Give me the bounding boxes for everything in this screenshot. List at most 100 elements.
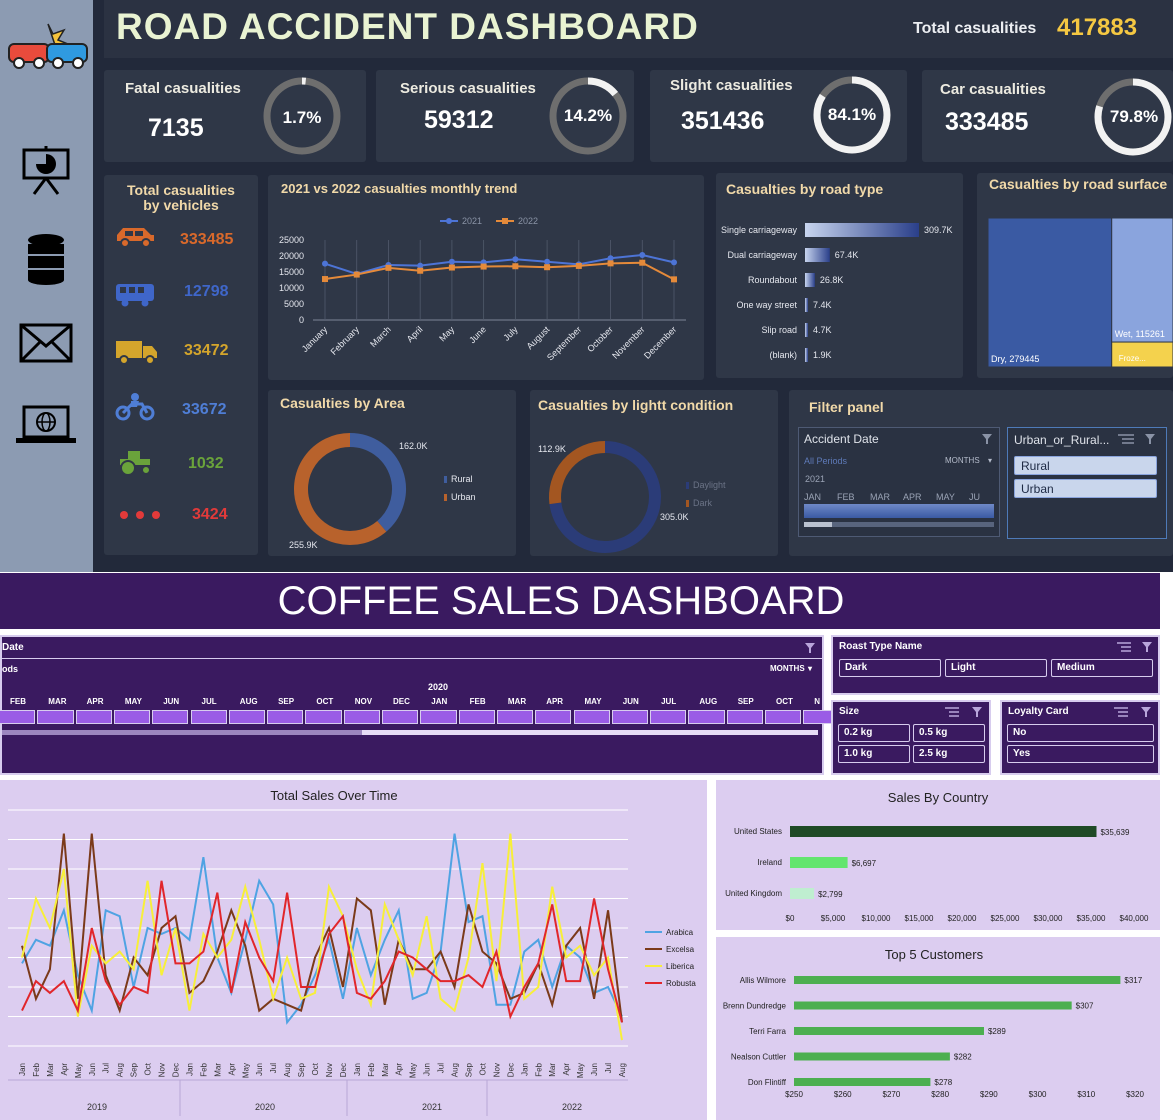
multi-select-icon[interactable] [1117, 641, 1131, 653]
timeline-month-cell[interactable] [650, 710, 687, 724]
x-tick-label: $260 [834, 1090, 852, 1099]
date-timeline-slicer[interactable]: Date ods MONTHS ▾ 2020 FEB MAR APR MAY JUN JU… [0, 635, 840, 775]
point-2022 [353, 271, 360, 278]
kpi-label: Car casualities [940, 81, 1046, 98]
treemap-label: Froze... [1119, 354, 1146, 363]
point-2022 [448, 264, 455, 271]
timeline-scrollbar[interactable] [804, 522, 994, 527]
timeline-month-cell[interactable] [688, 710, 725, 724]
slicer-option-dark[interactable]: Dark [839, 659, 941, 677]
roast-type-slicer[interactable]: Roast Type Name Dark Light Medium [831, 635, 1160, 695]
kpi-label: Fatal casualities [125, 80, 241, 97]
light-card: Casualties by lightt condition 305.0K 112… [530, 390, 778, 556]
timeline-bar[interactable] [804, 504, 994, 518]
x-tick-label: Jan [520, 1063, 529, 1076]
slicer-option-light[interactable]: Light [945, 659, 1047, 677]
vehicle-value-car: 333485 [180, 231, 234, 248]
slicer-option-medium[interactable]: Medium [1051, 659, 1153, 677]
timeline-month-cell[interactable] [765, 710, 802, 724]
months-dropdown[interactable]: MONTHS [770, 664, 805, 673]
timeline-scroll-thumb[interactable] [804, 522, 832, 527]
accident-date-slicer[interactable]: Accident Date All Periods MONTHS ▾ 2021 … [798, 427, 1000, 537]
timeline-month-cell[interactable] [305, 710, 342, 724]
total-casualties-label: Total casualities [913, 20, 1037, 37]
treemap-label: Dry, 279445 [991, 354, 1039, 364]
legend-label: Liberica [666, 962, 695, 971]
vehicles-card: Total casualities by vehicles 333485 127… [104, 175, 258, 555]
dashboard-title: ROAD ACCIDENT DASHBOARD [116, 6, 699, 47]
x-tick-label: $35,000 [1077, 914, 1106, 923]
laptop-web-icon[interactable] [14, 404, 78, 446]
multi-select-icon[interactable] [1114, 706, 1128, 718]
multi-select-icon[interactable] [1118, 433, 1134, 445]
slicer-option-0-2kg[interactable]: 0.2 kg [838, 724, 910, 742]
months-dropdown[interactable]: MONTHS [945, 456, 980, 465]
timeline-month-cell[interactable] [382, 710, 419, 724]
bar-category: United Kingdom [725, 889, 782, 898]
timeline-month-cell[interactable] [152, 710, 189, 724]
filter-clear-icon[interactable] [1141, 641, 1153, 653]
timeline-month-cell[interactable] [0, 710, 36, 724]
donut-slice [549, 441, 606, 505]
year-label: 2019 [87, 1102, 107, 1112]
point-2022 [417, 267, 424, 274]
filter-clear-icon[interactable] [1140, 706, 1152, 718]
multi-select-icon[interactable] [945, 706, 959, 718]
country-card: Sales By Country United States $35,639 Ire… [716, 780, 1160, 930]
trend-chart-card: 2021 vs 2022 casualties monthly trend 25… [268, 175, 704, 380]
kpi-percent: 84.1% [827, 105, 877, 124]
customers-chart: Allis Wilmore $317 Brenn Dundredge $307 Terr… [723, 976, 1144, 1099]
slicer-option-rural[interactable]: Rural [1014, 456, 1157, 475]
x-tick-label: $320 [1126, 1090, 1144, 1099]
loyalty-card-slicer[interactable]: Loyalty Card No Yes [1000, 700, 1160, 775]
filter-clear-icon[interactable] [804, 642, 816, 654]
timeline-month-label: SEP [278, 697, 295, 706]
mail-icon[interactable] [18, 322, 74, 366]
timeline-month-cell[interactable] [611, 710, 649, 724]
urban-rural-slicer[interactable]: Urban_or_Rural... Rural Urban [1007, 427, 1167, 539]
filter-clear-icon[interactable] [981, 433, 993, 445]
timeline-month-cell[interactable] [190, 710, 227, 724]
bar-category: United States [734, 827, 782, 836]
timeline-month-label: NOV [354, 697, 373, 706]
filter-clear-icon[interactable] [1144, 433, 1158, 445]
x-tick-label: July [501, 324, 520, 343]
timeline-month-cell[interactable] [726, 710, 763, 724]
kpi-value: 333485 [945, 108, 1029, 136]
slicer-option-yes[interactable]: Yes [1007, 745, 1154, 763]
timeline-month-label: MAR [507, 697, 527, 706]
timeline-month-cell[interactable] [37, 710, 74, 724]
slicer-option-urban[interactable]: Urban [1014, 479, 1157, 498]
x-tick-label: Dec [506, 1063, 515, 1077]
timeline-month-cell[interactable] [535, 710, 572, 724]
bar-category: Allis Wilmore [740, 976, 787, 985]
point-2022 [575, 262, 582, 269]
timeline-month-cell[interactable] [228, 710, 266, 724]
timeline-bar[interactable] [0, 710, 840, 724]
presentation-icon[interactable] [20, 146, 72, 196]
timeline-month-cell[interactable] [420, 710, 457, 724]
slice-label: 255.9K [289, 540, 318, 550]
timeline-month-cell[interactable] [496, 710, 534, 724]
timeline-scroll-thumb[interactable] [2, 730, 362, 735]
timeline-month-cell[interactable] [113, 710, 151, 724]
timeline-month-label: JU [969, 492, 980, 502]
kpi-percent: 14.2% [563, 106, 613, 125]
slicer-option-2-5kg[interactable]: 2.5 kg [913, 745, 985, 763]
x-tick-label: Oct [311, 1062, 320, 1075]
size-slicer[interactable]: Size 0.2 kg 0.5 kg 1.0 kg 2.5 kg [831, 700, 991, 775]
slicer-option-0-5kg[interactable]: 0.5 kg [913, 724, 985, 742]
timeline-month-cell[interactable] [343, 710, 380, 724]
timeline-month-cell[interactable] [458, 710, 495, 724]
timeline-month-cell[interactable] [267, 710, 304, 724]
kpi-label: Serious casualities [400, 80, 536, 97]
legend-label: 2021 [462, 216, 482, 226]
timeline-month-cell[interactable] [573, 710, 610, 724]
database-icon[interactable] [24, 232, 68, 286]
x-tick-label: $270 [883, 1090, 901, 1099]
timeline-month-label: AUG [239, 697, 258, 706]
slicer-option-no[interactable]: No [1007, 724, 1154, 742]
filter-clear-icon[interactable] [971, 706, 983, 718]
slicer-option-1-0kg[interactable]: 1.0 kg [838, 745, 910, 763]
timeline-month-cell[interactable] [75, 710, 112, 724]
